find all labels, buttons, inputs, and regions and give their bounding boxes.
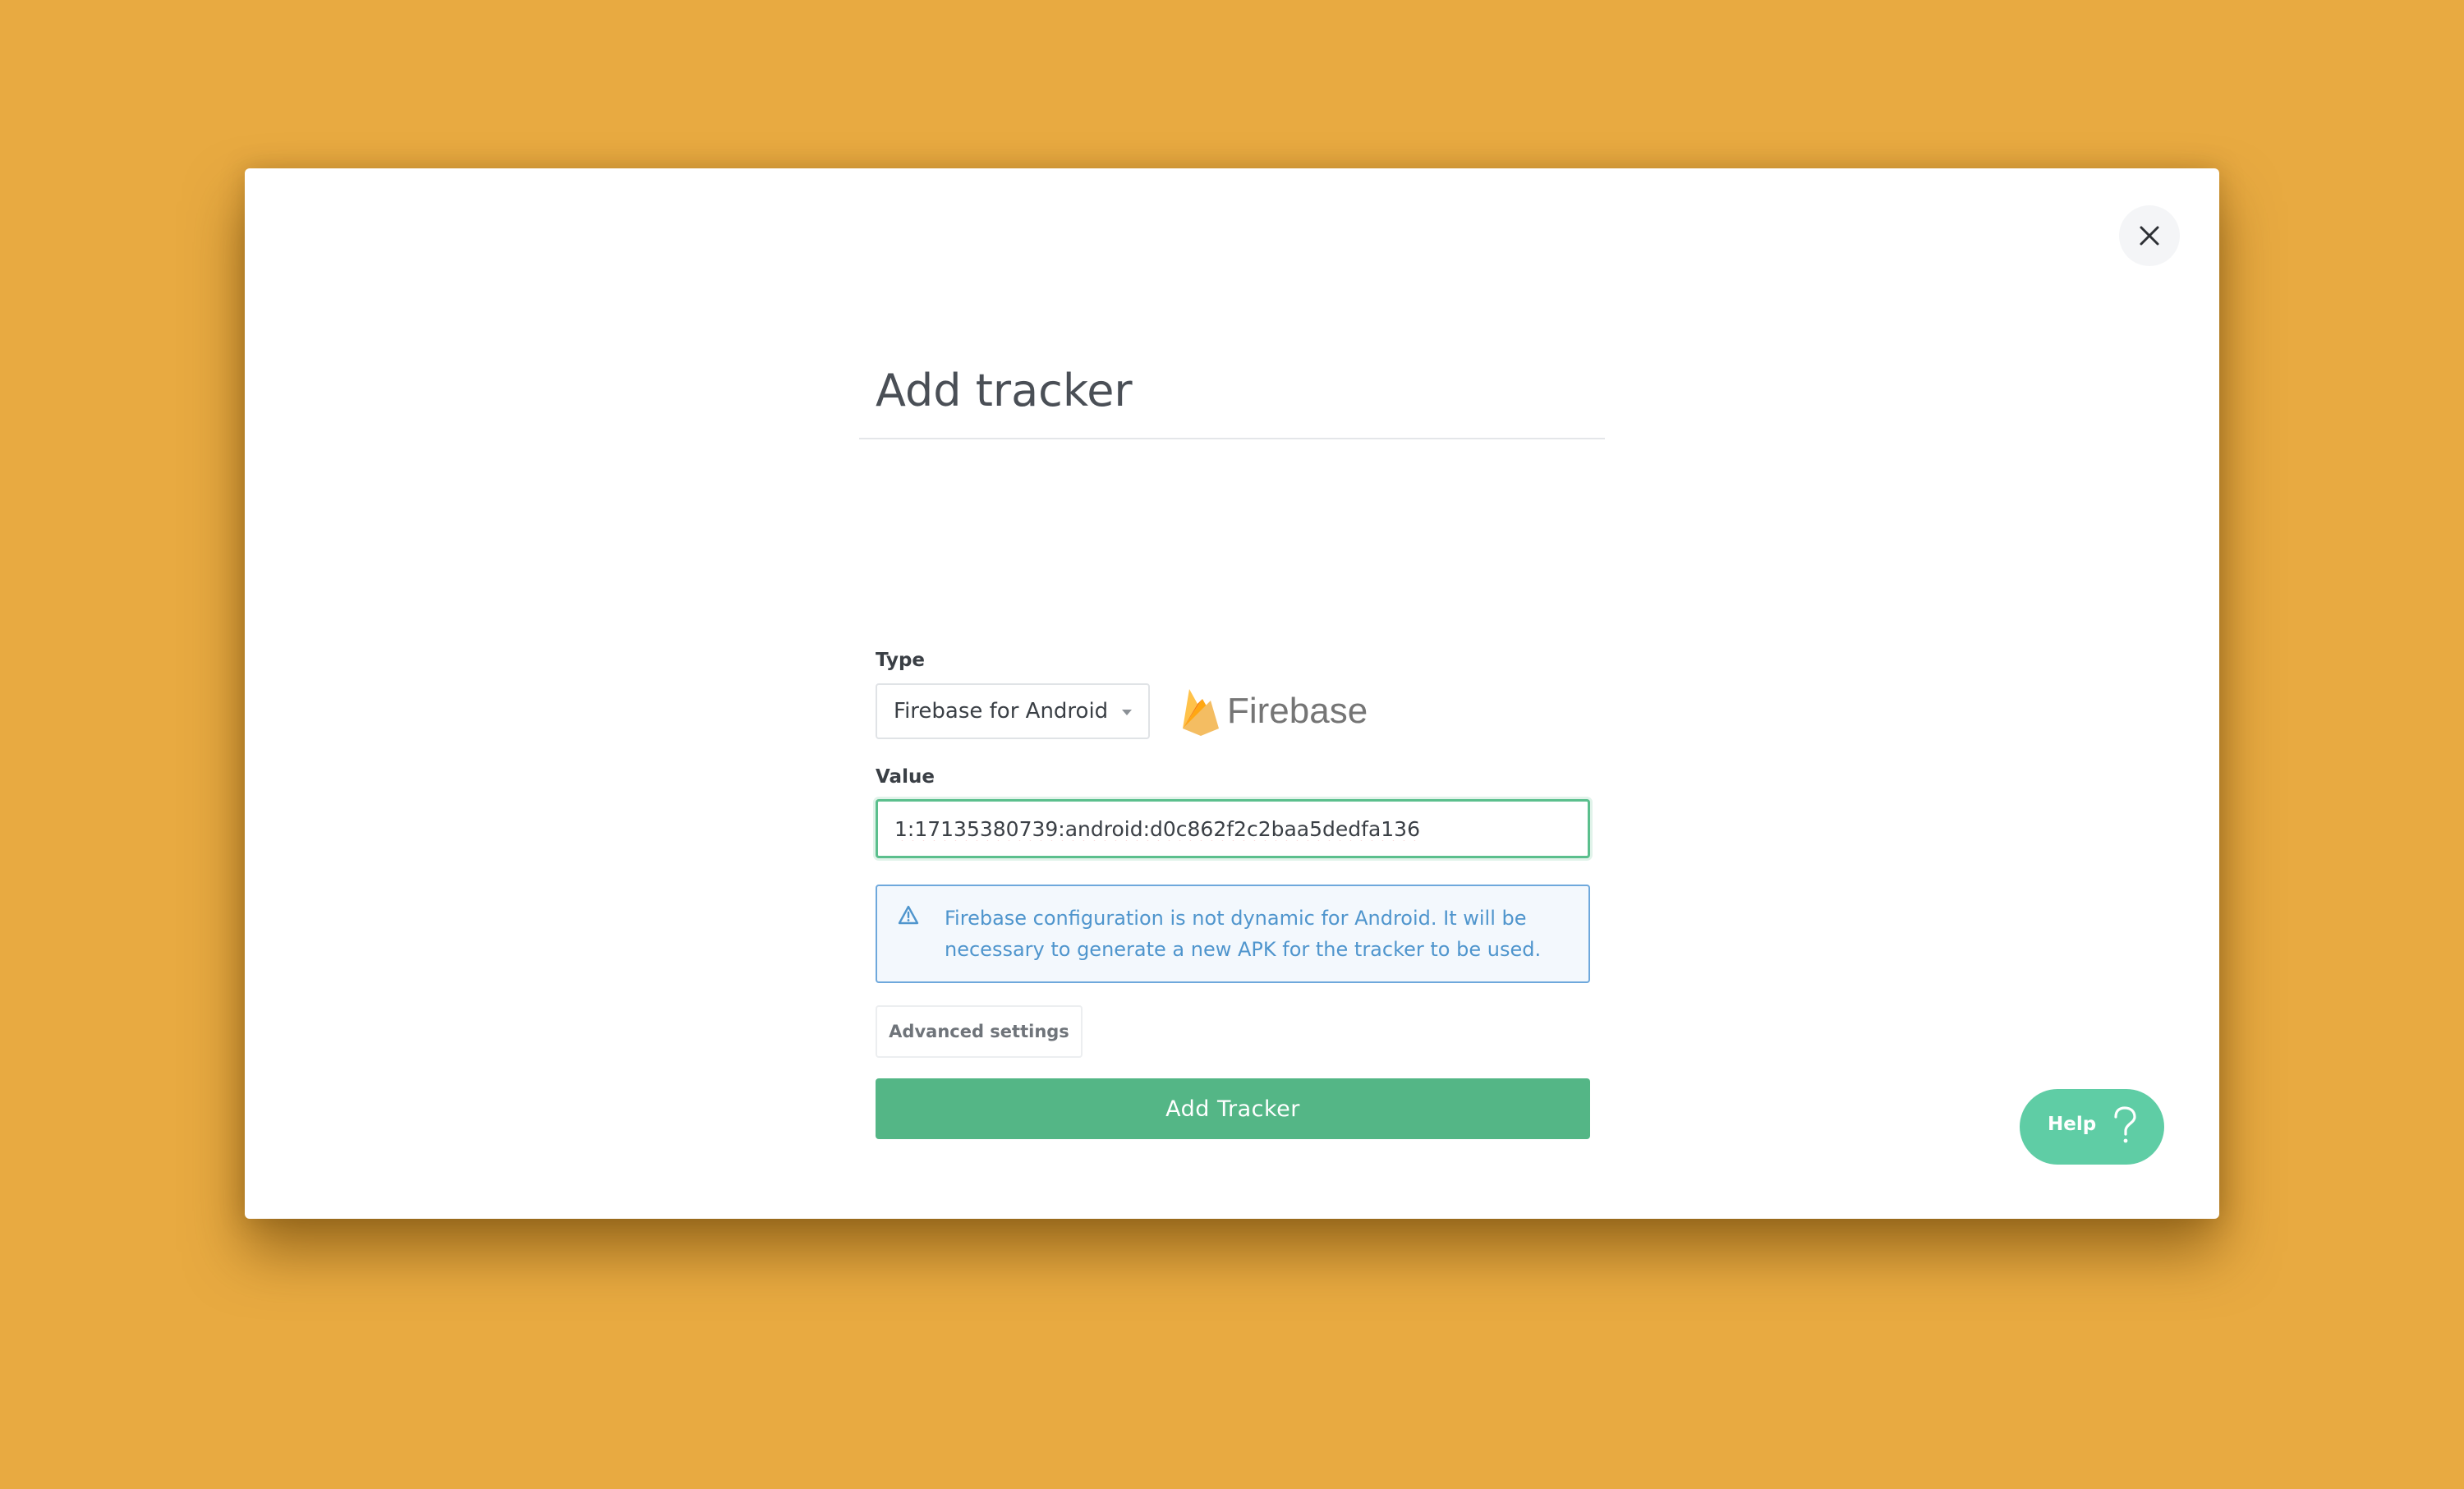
firebase-flame-icon	[1183, 689, 1219, 736]
add-tracker-button[interactable]: Add Tracker	[876, 1078, 1590, 1139]
add-tracker-modal: Add tracker Type Firebase for Android Fi…	[245, 168, 2219, 1219]
close-icon	[2140, 226, 2159, 246]
title-divider	[859, 438, 1605, 439]
alert-message: Firebase configuration is not dynamic fo…	[945, 907, 1542, 961]
modal-title: Add tracker	[876, 365, 1133, 416]
firebase-logo-text: Firebase	[1227, 691, 1368, 731]
warning-triangle-icon	[898, 905, 919, 925]
close-button[interactable]	[2119, 205, 2180, 266]
type-label: Type	[876, 650, 926, 671]
value-label: Value	[876, 766, 935, 788]
type-select-value: Firebase for Android	[894, 699, 1109, 724]
advanced-settings-button[interactable]: Advanced settings	[876, 1005, 1083, 1058]
firebase-logo: Firebase	[1181, 683, 1368, 739]
value-input[interactable]	[876, 799, 1590, 858]
info-alert: Firebase configuration is not dynamic fo…	[876, 885, 1590, 983]
chevron-down-icon	[1122, 710, 1132, 715]
question-mark-icon	[2114, 1106, 2136, 1143]
type-select[interactable]: Firebase for Android	[876, 683, 1150, 739]
help-label: Help	[2048, 1114, 2097, 1135]
help-button[interactable]: Help	[2020, 1089, 2164, 1165]
